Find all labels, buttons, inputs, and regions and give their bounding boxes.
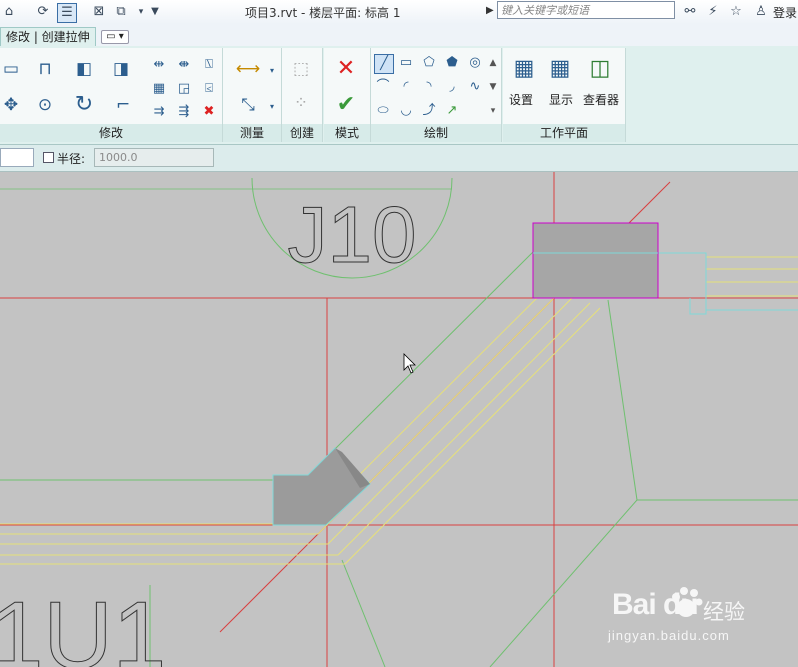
user-icon[interactable]: ♙: [752, 3, 770, 21]
fillet-arc-icon[interactable]: ◞: [443, 78, 461, 96]
start-end-arc-icon[interactable]: ⌒: [374, 78, 392, 96]
create-similar-icon[interactable]: ⁘: [290, 92, 312, 114]
set-workplane-icon[interactable]: ▦: [511, 56, 537, 82]
document-title: 项目3.rvt - 楼层平面: 标高 1: [245, 6, 401, 20]
mirror-pick-axis-icon[interactable]: ◧: [73, 58, 95, 80]
baidu-watermark: Bai du 经验 jingyan.baidu.com: [588, 580, 768, 654]
copy-icon[interactable]: ⊙: [34, 94, 56, 116]
pin-icon[interactable]: ⍃: [200, 80, 218, 98]
panel-workplane: ▦ 设置 ▦ 显示 ◫ 查看器 工作平面: [503, 48, 626, 142]
cancel-edit-mode-icon[interactable]: ✕: [335, 58, 357, 80]
sync-icon[interactable]: ⟳: [34, 3, 52, 21]
panel-title-measure: 测量: [223, 124, 281, 142]
array-icon[interactable]: ▦: [150, 80, 168, 98]
spline-icon[interactable]: ∿: [466, 78, 484, 96]
split-gap-icon[interactable]: ⇼: [175, 56, 193, 74]
line-icon[interactable]: ╱: [374, 54, 394, 74]
panel-measure: ⟷ ▾ ⤡ ▾ 测量: [223, 48, 282, 142]
switch-windows-icon[interactable]: ⧉: [112, 3, 130, 21]
grid-label-1u1: 1U1: [0, 582, 166, 667]
expand-gallery-icon[interactable]: ▾: [484, 102, 502, 120]
finish-edit-mode-icon[interactable]: ✔: [335, 94, 357, 116]
ribbon-tab-row: 修改 | 创建拉伸 ▭ ▾: [0, 24, 798, 47]
pick-faces-icon[interactable]: ↗: [443, 102, 461, 120]
panel-draw: ╱ ▭ ⬠ ⬟ ◎ ⌒ ◜ ◝ ◞ ∿ ⬭ ◡ ⤴ ↗ ▲ ▼ ▾ 绘制: [371, 48, 502, 142]
rectangle-icon[interactable]: ▭: [397, 54, 415, 72]
tab-modify-create-extrusion[interactable]: 修改 | 创建拉伸: [0, 27, 96, 47]
trim-multiple-icon[interactable]: ⇶: [175, 103, 193, 121]
panel-title-create: 创建: [282, 124, 322, 142]
circle-icon[interactable]: ◎: [466, 54, 484, 72]
login-link[interactable]: 登录: [773, 4, 797, 21]
show-button-label[interactable]: 显示: [549, 91, 573, 108]
scroll-up-icon[interactable]: ▲: [484, 54, 502, 72]
watermark-subtitle: 经验: [703, 600, 745, 624]
panel-title-mode: 模式: [324, 124, 370, 142]
search-input[interactable]: 键入关键字或短语: [497, 1, 675, 19]
panel-create: ⬚ ⁘ 创建: [282, 48, 323, 142]
measure-between-icon[interactable]: ⟷: [231, 58, 265, 80]
radius-input[interactable]: 1000.0: [94, 148, 214, 167]
radius-label: 半径:: [57, 152, 86, 166]
radius-checkbox[interactable]: [43, 152, 54, 163]
center-arc-icon[interactable]: ◜: [397, 78, 415, 96]
watermark-url: jingyan.baidu.com: [608, 628, 730, 643]
viewer-button-label[interactable]: 查看器: [583, 91, 619, 108]
dimension-icon[interactable]: ⤡: [231, 94, 265, 116]
offset-icon[interactable]: ⊓: [34, 58, 56, 80]
properties-icon[interactable]: ☰: [57, 3, 77, 23]
tangent-arc-icon[interactable]: ◝: [420, 78, 438, 96]
partial-ellipse-icon[interactable]: ◡: [397, 102, 415, 120]
delete-icon[interactable]: ✖: [200, 103, 218, 121]
panel-title-modify: 修改: [0, 124, 222, 142]
viewer-icon[interactable]: ◫: [587, 56, 613, 82]
split-element-icon[interactable]: ⇹: [150, 56, 168, 74]
panel-title-workplane: 工作平面: [503, 124, 625, 142]
circumscribed-polygon-icon[interactable]: ⬟: [443, 54, 461, 72]
ribbon-display-dropdown[interactable]: ▭ ▾: [101, 30, 129, 44]
chevron-down-icon[interactable]: ▾: [263, 62, 281, 80]
create-group-icon[interactable]: ⬚: [290, 58, 312, 80]
trim-single-icon[interactable]: ⇉: [150, 103, 168, 121]
expand-search-icon[interactable]: ▶: [486, 5, 494, 16]
grid-label-j10: J10: [288, 190, 417, 279]
ribbon: ▭ ⊓ ◧ ◨ ⇹ ⇼ ⍂ ✥ ⊙ ↻ ⌐ ▦ ◲ ⍃ ⇉ ⇶ ✖ 修改 ⟷ ▾…: [0, 46, 798, 145]
chevron-down-icon[interactable]: ▾: [263, 98, 281, 116]
placement-plane-field[interactable]: [0, 148, 34, 167]
set-button-label[interactable]: 设置: [509, 91, 533, 108]
panel-title-draw: 绘制: [371, 124, 501, 142]
trim-extend-icon[interactable]: ⌐: [112, 94, 134, 116]
show-workplane-icon[interactable]: ▦: [547, 56, 573, 82]
watermark-brand: Bai du: [612, 588, 699, 621]
communication-icon[interactable]: ⚡: [704, 3, 722, 21]
unpin-icon[interactable]: ⍂: [200, 56, 218, 74]
title-bar: ⌂ ⟳ ☰ ⊠ ⧉ ▾ ▼ 项目3.rvt - 楼层平面: 标高 1 ▶ 键入关…: [0, 0, 798, 25]
align-icon[interactable]: ▭: [0, 58, 22, 80]
pick-lines-icon[interactable]: ⤴: [420, 102, 438, 120]
panel-modify: ▭ ⊓ ◧ ◨ ⇹ ⇼ ⍂ ✥ ⊙ ↻ ⌐ ▦ ◲ ⍃ ⇉ ⇶ ✖ 修改: [0, 48, 223, 142]
options-bar: 半径: 1000.0: [0, 145, 798, 172]
home-icon[interactable]: ⌂: [0, 3, 18, 21]
scale-icon[interactable]: ◲: [175, 80, 193, 98]
rotate-icon[interactable]: ↻: [73, 94, 95, 116]
scroll-down-icon[interactable]: ▼: [484, 78, 502, 96]
customize-toolbar-icon[interactable]: ▼: [146, 3, 164, 21]
inscribed-polygon-icon[interactable]: ⬠: [420, 54, 438, 72]
move-icon[interactable]: ✥: [0, 94, 22, 116]
star-icon[interactable]: ☆: [727, 3, 745, 21]
close-hidden-icon[interactable]: ⊠: [90, 3, 108, 21]
binoculars-icon[interactable]: ⚯: [681, 3, 699, 21]
mirror-draw-axis-icon[interactable]: ◨: [110, 58, 132, 80]
selected-extrusion-rect: [532, 222, 659, 299]
ellipse-icon[interactable]: ⬭: [374, 102, 392, 120]
panel-mode: ✕ ✔ 模式: [324, 48, 371, 142]
